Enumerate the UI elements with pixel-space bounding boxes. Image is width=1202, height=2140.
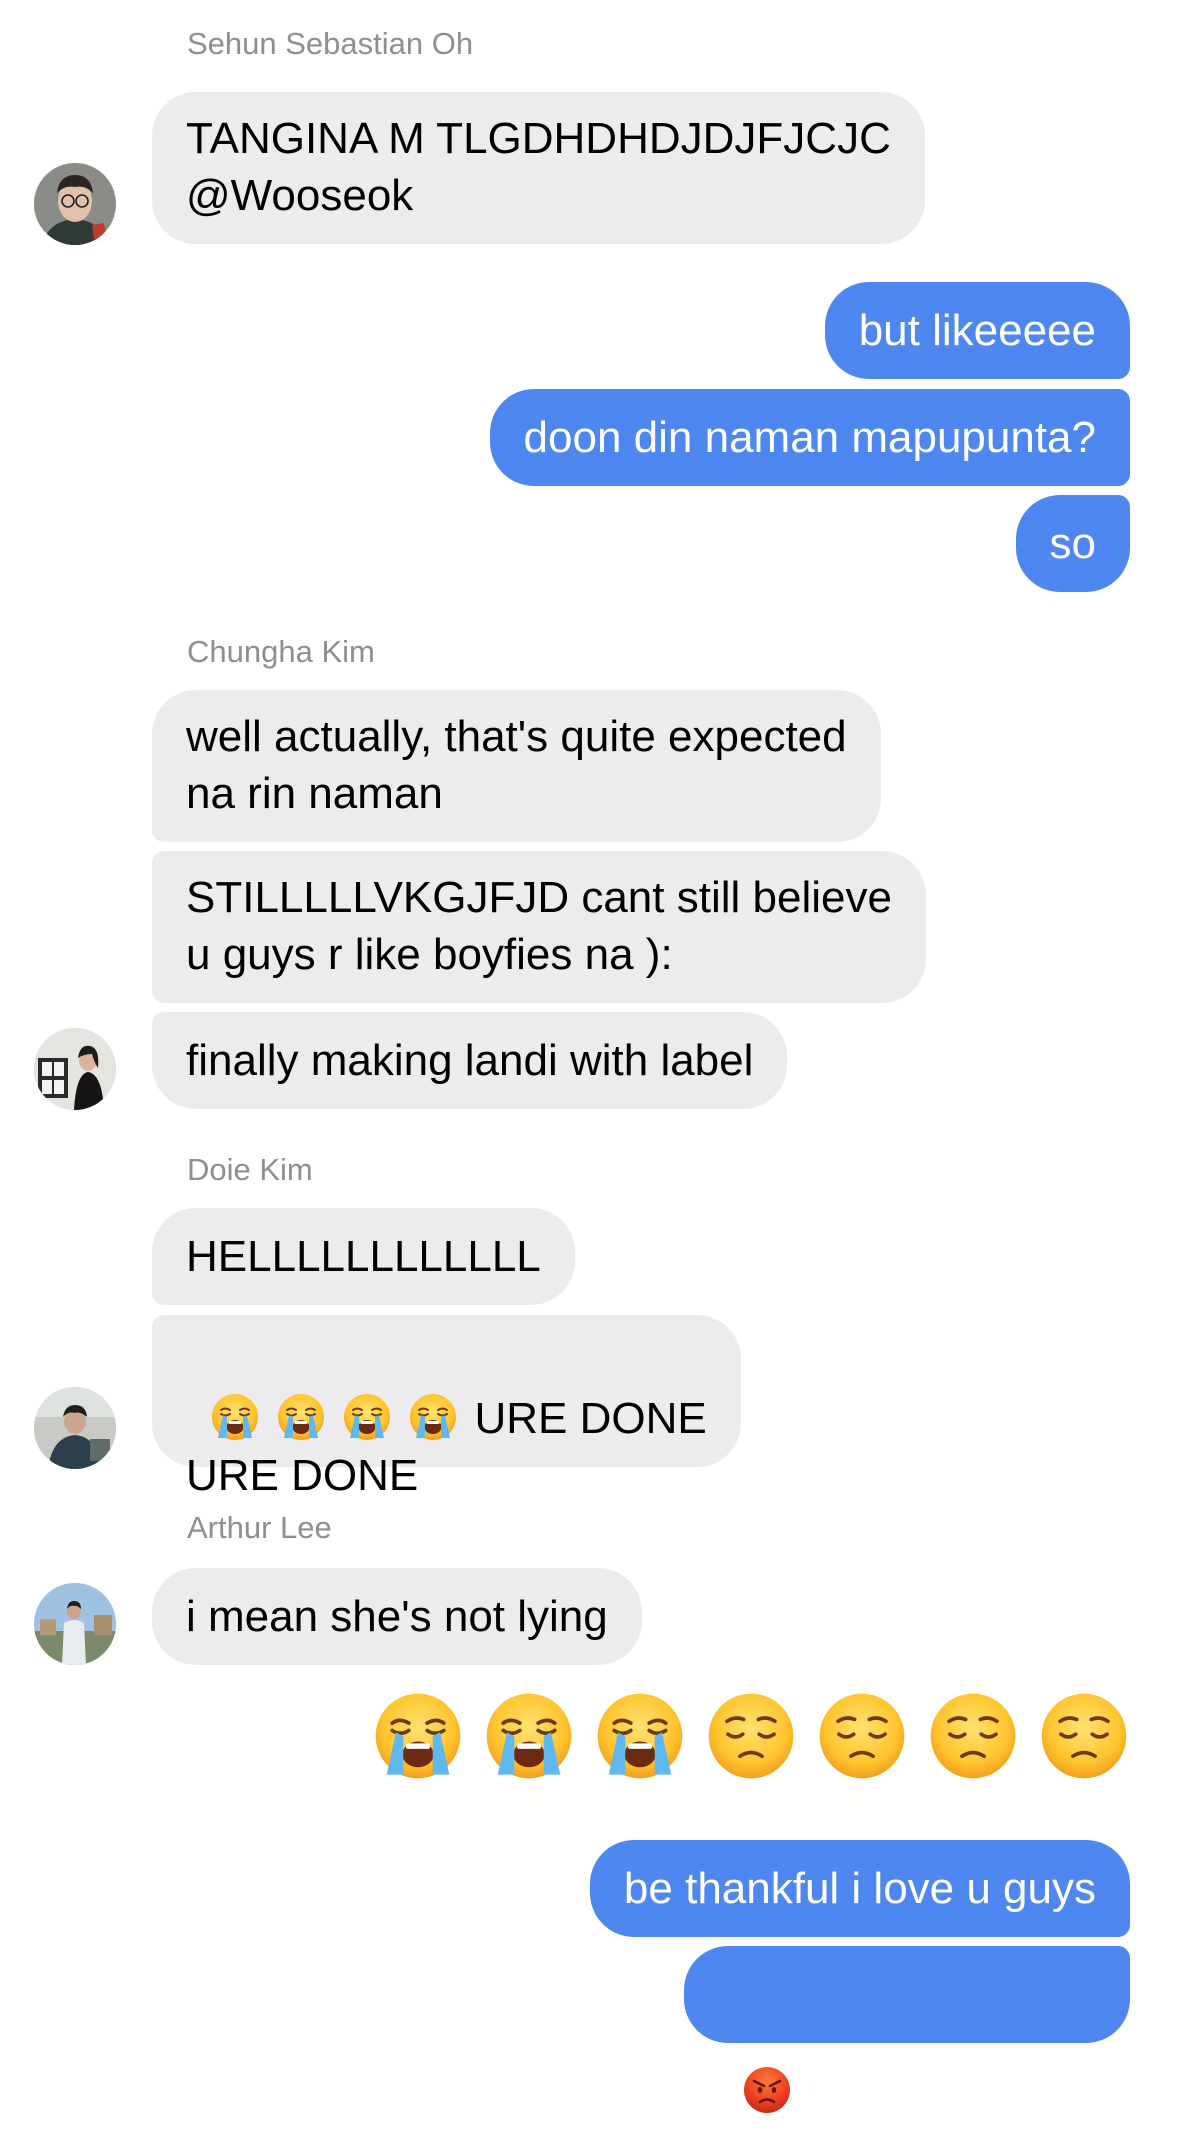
- emoji-message-row[interactable]: [372, 1690, 1130, 1782]
- loudly-crying-face-icon: [483, 1690, 575, 1782]
- message-bubble-me-4[interactable]: be thankful i love u guys: [589, 1840, 1130, 1937]
- disappointed-face-icon: [705, 1690, 797, 1782]
- avatar-chungha[interactable]: [34, 1028, 116, 1110]
- disappointed-face-icon: [816, 1690, 908, 1782]
- loudly-crying-face-icon: [342, 1392, 392, 1442]
- message-bubble-arthur-1[interactable]: i mean she's not lying: [152, 1568, 642, 1665]
- message-bubble-sehun-1[interactable]: TANGINA M TLGDHDHDJDJFJCJC @Wooseok: [152, 92, 925, 244]
- message-bubble-me-2[interactable]: doon din naman mapupunta?: [489, 389, 1130, 486]
- disappointed-face-icon: [927, 1690, 1019, 1782]
- message-text: (affectionately): [808, 2067, 1096, 2116]
- message-bubble-chungha-2[interactable]: STILLLLLVKGJFJD cant still believe u guy…: [152, 851, 926, 1003]
- loudly-crying-face-icon: [276, 1392, 326, 1442]
- loudly-crying-face-icon: [372, 1690, 464, 1782]
- message-bubble-me-5[interactable]: (affectionately): [683, 1946, 1130, 2116]
- avatar-doie-image: [34, 1387, 116, 1469]
- sender-name-arthur: Arthur Lee: [187, 1510, 332, 1545]
- loudly-crying-face-icon: [210, 1392, 260, 1442]
- avatar-sehun-image: [34, 163, 116, 245]
- avatar-sehun[interactable]: [34, 163, 116, 245]
- message-bubble-doie-1[interactable]: HELLLLLLLLLLLL: [152, 1208, 575, 1305]
- message-bubble-chungha-1[interactable]: well actually, that's quite expected na …: [152, 690, 881, 842]
- message-bubble-me-3[interactable]: so: [1015, 495, 1130, 592]
- avatar-arthur-image: [34, 1583, 116, 1665]
- message-bubble-me-1[interactable]: but likeeeee: [824, 282, 1130, 379]
- avatar-doie[interactable]: [34, 1387, 116, 1469]
- message-bubble-doie-2[interactable]: URE DONE URE DONE: [152, 1315, 741, 1500]
- sender-name-sehun: Sehun Sebastian Oh: [187, 26, 474, 61]
- loudly-crying-face-icon: [408, 1392, 458, 1442]
- sender-name-doie: Doie Kim: [187, 1152, 313, 1187]
- avatar-arthur[interactable]: [34, 1583, 116, 1665]
- message-bubble-chungha-3[interactable]: finally making landi with label: [152, 1012, 788, 1109]
- disappointed-face-icon: [1038, 1690, 1130, 1782]
- sender-name-chungha: Chungha Kim: [187, 634, 375, 669]
- angry-face-icon: [742, 2065, 792, 2115]
- avatar-chungha-image: [34, 1028, 116, 1110]
- loudly-crying-face-icon: [594, 1690, 686, 1782]
